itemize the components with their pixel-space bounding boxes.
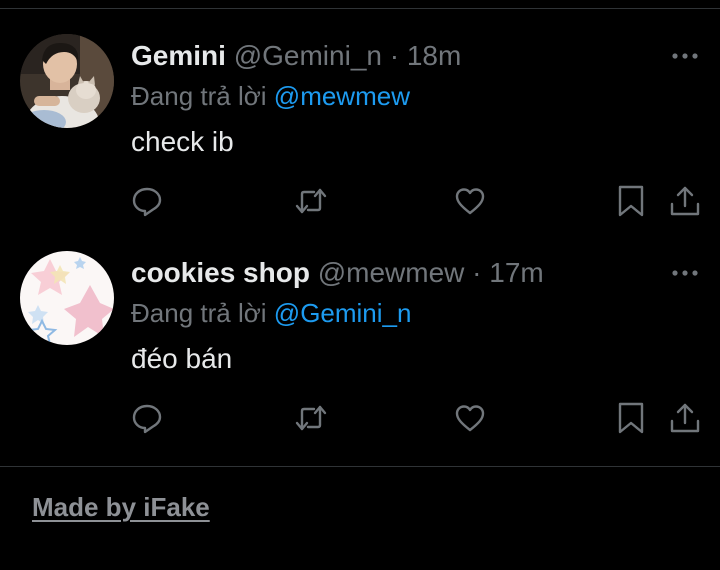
share-icon [670,403,700,433]
replying-to: Đang trả lời @mewmew [131,76,410,116]
timestamp[interactable]: 18m [407,40,461,71]
top-divider [0,8,720,9]
handle[interactable]: @Gemini_n [234,40,382,71]
avatar[interactable] [20,34,114,128]
separator: · [472,257,482,288]
bookmark-button[interactable] [614,401,648,435]
bookmark-icon [618,185,644,217]
handle[interactable]: @mewmew [318,257,465,288]
replying-to: Đang trả lời @Gemini_n [131,293,411,333]
more-options-button[interactable] [670,265,700,281]
watermark-link[interactable]: Made by iFake [32,492,210,523]
more-icon [672,53,698,59]
share-button[interactable] [668,184,702,218]
reply-button[interactable] [130,184,164,218]
user-photo-icon [20,34,114,128]
like-icon [455,405,485,432]
replying-prefix: Đang trả lời [131,81,267,111]
reply-thread: Gemini @Gemini_n · 18m Đang trả lời @mew… [0,0,720,570]
pastel-stars-avatar-icon [20,251,114,345]
bottom-divider [0,466,720,467]
retweet-button[interactable] [294,401,328,435]
like-button[interactable] [453,401,487,435]
more-options-button[interactable] [670,48,700,64]
tweet-header: Gemini @Gemini_n · 18m [131,34,461,78]
like-icon [455,188,485,215]
avatar[interactable] [20,251,114,345]
reply-mention-link[interactable]: @mewmew [274,81,410,111]
reply-icon [132,404,162,434]
more-icon [672,270,698,276]
bookmark-icon [618,402,644,434]
reply-mention-link[interactable]: @Gemini_n [274,298,412,328]
tweet-1[interactable]: Gemini @Gemini_n · 18m Đang trả lời @mew… [0,34,720,234]
tweet-header: cookies shop @mewmew · 17m [131,251,544,295]
reply-button[interactable] [130,401,164,435]
retweet-icon [295,188,327,214]
bookmark-button[interactable] [614,184,648,218]
tweet-text: đéo bán [131,343,233,374]
retweet-button[interactable] [294,184,328,218]
like-button[interactable] [453,184,487,218]
display-name[interactable]: cookies shop [131,257,310,288]
replying-prefix: Đang trả lời [131,298,267,328]
reply-icon [132,187,162,217]
timestamp[interactable]: 17m [489,257,543,288]
retweet-icon [295,405,327,431]
tweet-2[interactable]: cookies shop @mewmew · 17m Đang trả lời … [0,251,720,451]
display-name[interactable]: Gemini [131,40,226,71]
share-icon [670,186,700,216]
separator: · [389,40,400,71]
share-button[interactable] [668,401,702,435]
tweet-text: check ib [131,126,234,157]
